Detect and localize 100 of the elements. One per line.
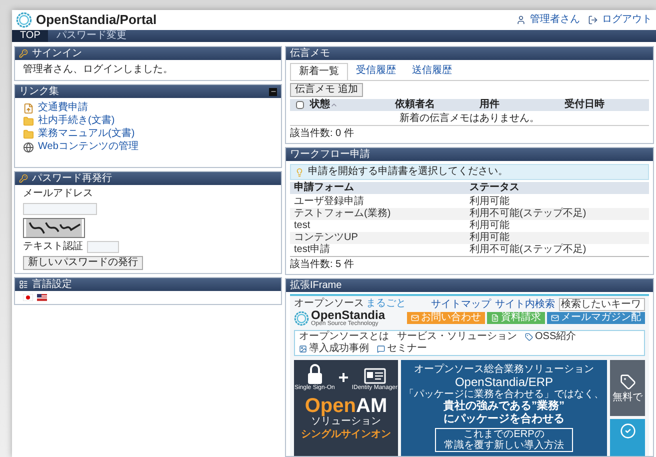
status-text: 利用可能 [470, 220, 510, 232]
site-menu-item[interactable]: 導入成功事例 [309, 343, 369, 355]
link-item[interactable]: 業務マニュアル(文書) [38, 128, 135, 140]
table-row[interactable]: コンテンツUP 利用可能 [290, 232, 649, 244]
japan-flag-icon[interactable] [23, 294, 33, 301]
panel-title: ワークフロー申請 [290, 148, 370, 160]
minus-icon [270, 88, 276, 95]
email-field[interactable] [23, 203, 97, 215]
logout-icon [588, 15, 598, 25]
panel-title: 言語設定 [32, 278, 72, 290]
callout-text: 常識を覆す新しい導入方法 [444, 440, 564, 451]
signin-message: 管理者さん、ログインしました。 [22, 62, 174, 77]
memo-tab[interactable]: 送信履歴 [404, 63, 460, 80]
site-menu-item[interactable]: セミナー [387, 343, 427, 355]
site-button[interactable]: メールマガジン配 [547, 312, 645, 324]
nav-tab[interactable]: TOP [12, 30, 48, 42]
side-banner-caption: 無料で [612, 392, 642, 402]
status-text: 利用可能 [470, 232, 510, 244]
product-name-am: AM [356, 396, 388, 416]
panel-title: 伝言メモ [290, 48, 330, 60]
panel-title: サインイン [32, 48, 82, 60]
portal-logo-text: OpenStandia/Portal [36, 11, 157, 30]
panel-title: 拡張IFrame [290, 280, 342, 292]
form-name: テストフォーム(業務) [294, 208, 392, 220]
globe-icon [23, 142, 34, 152]
id-card-icon [364, 368, 386, 384]
tag-icon [620, 374, 636, 390]
site-menu-item[interactable]: サービス・ソリューション [397, 331, 517, 343]
captcha-field[interactable] [87, 241, 119, 253]
column-header: 用件 [480, 99, 500, 111]
table-row[interactable]: テストフォーム(業務) 利用不可能(ステップ不足) [290, 208, 649, 220]
status-text: 利用不可能(ステップ不足) [470, 244, 588, 256]
sort-icon [330, 101, 338, 109]
site-link[interactable]: サイト内検索 [495, 299, 555, 310]
callout-text: これまでのERPの [464, 429, 544, 440]
site-logo-text: OpenStandia [311, 309, 386, 321]
picture-icon [299, 345, 307, 353]
site-search-field[interactable]: 検索したいキーワ [559, 298, 645, 311]
mail-icon [551, 314, 559, 322]
column-header: 受付日時 [564, 99, 604, 111]
link-item[interactable]: 交通費申請 [38, 102, 88, 114]
reissue-button[interactable]: 新しいパスワードの発行 [23, 256, 143, 270]
key-icon [19, 174, 28, 183]
email-label: メールアドレス [23, 188, 93, 200]
logo-icon [294, 311, 309, 326]
product-name-open: Open [304, 396, 356, 416]
empty-message: 新着の伝言メモはありません。 [290, 113, 649, 126]
erp-lead: 「パッケージに業務を合わせる」ではなく、 [404, 389, 604, 400]
memo-tab[interactable]: 受信履歴 [348, 63, 404, 80]
folder-icon [23, 128, 34, 140]
document-icon [491, 314, 499, 322]
notice-text: 申請を開始する申請書を選択してください。 [308, 166, 508, 178]
column-header: 依頼者名 [394, 99, 435, 111]
site-link[interactable]: サイトマップ [431, 299, 491, 310]
add-memo-button[interactable]: 伝言メモ 追加 [290, 83, 363, 97]
sso-headline: シングルサインオン [301, 429, 391, 441]
us-flag-icon[interactable] [37, 294, 47, 301]
padlock-icon [306, 364, 323, 384]
form-name: ユーザ登録申請 [294, 196, 365, 208]
plus-icon [338, 373, 348, 382]
result-count: 該当件数: 0 件 [290, 128, 355, 140]
result-count: 該当件数: 5 件 [290, 259, 355, 271]
collapse-button[interactable] [269, 88, 277, 96]
site-menu-item[interactable]: OSS紹介 [535, 331, 576, 343]
folder-icon [23, 116, 34, 126]
status-text: 利用不可能(ステップ不足) [470, 208, 588, 220]
link-item[interactable]: Webコンテンツの管理 [38, 141, 138, 153]
panel-title: リンク集 [19, 86, 59, 98]
form-name: test [294, 220, 312, 232]
tagline-marks: まるごと [366, 298, 406, 309]
memo-tab[interactable]: 新着一覧 [290, 63, 348, 80]
product-subtitle: ソリューション [311, 416, 381, 427]
erp-headline: にパッケージを合わせる [444, 413, 564, 426]
logout-link[interactable]: ログアウト [602, 14, 652, 26]
erp-headline: 貴社の強みである”業務” [444, 400, 564, 412]
tagline: オープンソース [294, 298, 364, 309]
logo-icon [16, 12, 32, 28]
speech-bubble-icon [377, 345, 385, 353]
link-item[interactable]: 社内手続き(文書) [38, 115, 115, 127]
user-link[interactable]: 管理者さん [530, 14, 580, 26]
user-icon [516, 15, 526, 25]
column-header: 状態 [310, 99, 330, 111]
select-all-checkbox[interactable] [296, 101, 304, 109]
tag-icon [525, 333, 533, 341]
upload-file-icon [23, 102, 34, 114]
status-text: 利用可能 [470, 196, 510, 208]
form-name: test申請 [294, 244, 332, 256]
captcha-label: テキスト認証 [23, 241, 83, 253]
erp-product-name: OpenStandia/ERP [454, 375, 554, 389]
nav-tab[interactable]: パスワード変更 [48, 30, 134, 42]
key-icon [19, 49, 28, 58]
mail-icon [411, 314, 419, 322]
captcha-image [23, 218, 85, 238]
panel-title: パスワード再発行 [32, 172, 112, 184]
site-menu-item[interactable]: オープンソースとは [299, 331, 389, 343]
column-header: ステータス [470, 182, 520, 194]
form-name: コンテンツUP [294, 232, 359, 244]
erp-kicker: オープンソース総合業務ソリューション [414, 364, 594, 375]
column-header: 申請フォーム [294, 182, 355, 194]
check-circle-icon [620, 423, 636, 439]
